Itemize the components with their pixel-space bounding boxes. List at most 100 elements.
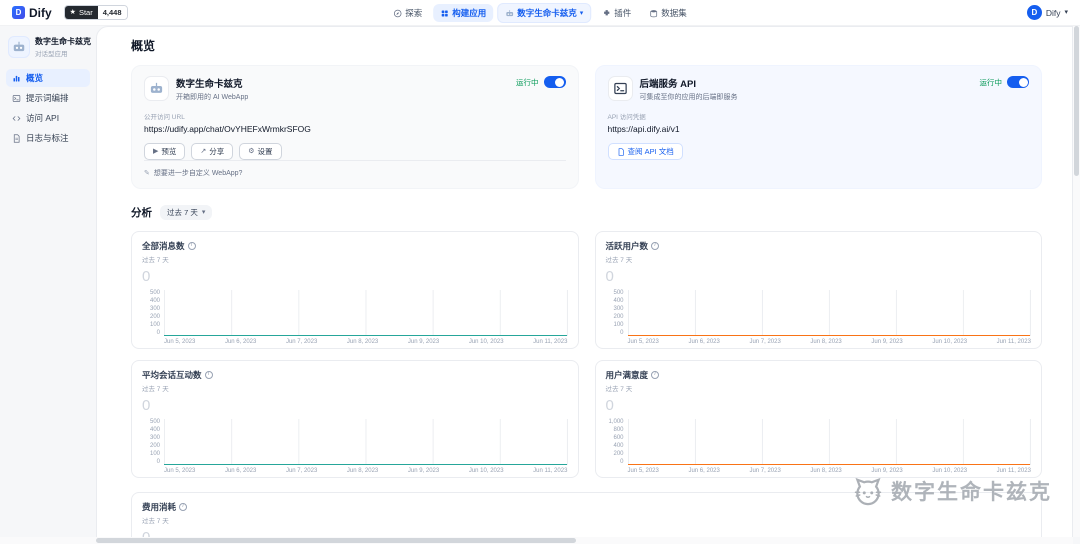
sidebar-nav: 概览 提示词编排 访问 API 日志与标注 xyxy=(6,69,90,147)
y-tick: 0 xyxy=(620,330,624,336)
nav-datasets[interactable]: 数据集 xyxy=(642,4,694,22)
x-tick: Jun 6, 2023 xyxy=(224,339,257,345)
chart-period: 过去 7 天 xyxy=(142,518,169,525)
y-tick: 0 xyxy=(156,459,160,465)
webapp-card-titles: 数字生命卡兹克 开箱即用的 AI WebApp xyxy=(176,76,516,102)
y-tick: 500 xyxy=(149,290,160,296)
chevron-down-icon: ▾ xyxy=(201,209,206,216)
api-card-titles: 后端服务 API 可集成至你的应用的后端即服务 xyxy=(640,76,980,102)
x-tick: Jun 9, 2023 xyxy=(407,468,440,474)
chart-plot: 1,000 800 600 400 200 0 xyxy=(606,419,1031,465)
x-tick: Jun 5, 2023 xyxy=(164,468,196,474)
chart-plot: 500 400 300 200 100 0 xyxy=(142,290,568,336)
nav-app-name: 数字生命卡兹克 xyxy=(517,8,577,18)
period-selector[interactable]: 过去 7 天 ▾ xyxy=(160,205,213,220)
plot-area xyxy=(627,290,1031,336)
share-button[interactable]: ↗ 分享 xyxy=(191,143,234,160)
github-star-button[interactable]: ★ Star xyxy=(64,6,98,19)
y-axis: 500 400 300 200 100 0 xyxy=(142,290,164,336)
chart-value: 0 xyxy=(605,268,614,285)
star-count: 4,448 xyxy=(97,6,127,19)
dify-logo-icon: D xyxy=(12,6,25,19)
y-tick: 200 xyxy=(613,314,624,320)
horizontal-scrollbar-thumb[interactable] xyxy=(96,538,576,543)
api-actions: 查阅 API 文档 xyxy=(607,143,1030,160)
x-tick: Jun 11, 2023 xyxy=(533,468,568,474)
sidebar-item-logs-annotations[interactable]: 日志与标注 xyxy=(6,129,90,147)
code-icon xyxy=(12,114,21,123)
x-tick: Jun 10, 2023 xyxy=(468,468,504,474)
sidebar-item-overview[interactable]: 概览 xyxy=(6,69,90,87)
account-menu[interactable]: D Dify ▾ xyxy=(1026,5,1068,20)
robot-icon xyxy=(505,9,514,18)
webapp-public-url: https://udify.app/chat/OvYHEFxWrmkrSFOG xyxy=(144,124,311,134)
chart-period: 过去 7 天 xyxy=(605,386,633,393)
nav-plugins[interactable]: 插件 xyxy=(595,4,638,22)
api-running-toggle[interactable] xyxy=(1007,76,1029,88)
x-tick: Jun 7, 2023 xyxy=(749,468,781,474)
webapp-running-toggle[interactable] xyxy=(543,76,566,88)
settings-button[interactable]: ⚙ 设置 xyxy=(239,143,282,160)
plot-area xyxy=(164,419,568,465)
x-tick: Jun 6, 2023 xyxy=(688,339,720,345)
webapp-customize-tip-label: 想要进一步自定义 WebApp? xyxy=(153,170,243,177)
x-tick: Jun 7, 2023 xyxy=(285,468,318,474)
play-icon: ▶ xyxy=(153,148,159,155)
nav-explore[interactable]: 探索 xyxy=(386,4,429,22)
y-tick: 500 xyxy=(149,419,160,425)
x-tick: Jun 5, 2023 xyxy=(164,339,196,345)
chart-baseline xyxy=(164,463,567,465)
x-tick: Jun 5, 2023 xyxy=(627,468,659,474)
info-icon[interactable]: i xyxy=(187,242,196,250)
info-icon[interactable]: i xyxy=(179,503,188,511)
chart-baseline xyxy=(627,463,1030,465)
github-star-widget[interactable]: ★ Star 4,448 xyxy=(63,5,128,20)
nav-build-apps[interactable]: 构建应用 xyxy=(433,4,494,22)
sidebar-app-type: 对话型应用 xyxy=(35,51,68,58)
plot-area xyxy=(627,419,1031,465)
star-label: Star xyxy=(78,8,93,17)
chart-title: 费用消耗 xyxy=(142,502,177,512)
y-tick: 200 xyxy=(149,314,160,320)
analysis-header: 分析 过去 7 天 ▾ xyxy=(131,205,1042,220)
webapp-card-header: 数字生命卡兹克 开箱即用的 AI WebApp 运行中 xyxy=(144,76,566,102)
webapp-actions: ▶ 预览 ↗ 分享 ⚙ 设置 xyxy=(144,143,566,160)
pencil-icon: ✎ xyxy=(144,170,150,177)
sidebar-item-prompt-orchestration[interactable]: 提示词编排 xyxy=(6,89,90,107)
star-icon: ★ xyxy=(69,9,76,16)
y-tick: 100 xyxy=(149,322,160,328)
y-tick: 300 xyxy=(613,306,624,312)
x-tick: Jun 11, 2023 xyxy=(996,339,1031,345)
chevron-down-icon: ▾ xyxy=(579,9,584,17)
terminal-icon xyxy=(12,94,21,103)
sidebar-item-api-access[interactable]: 访问 API xyxy=(6,109,90,127)
chart-title: 活跃用户数 xyxy=(605,241,649,251)
chart-title: 全部消息数 xyxy=(142,241,185,251)
bar-chart-icon xyxy=(12,74,21,83)
info-icon[interactable]: i xyxy=(204,371,213,379)
chart-period: 过去 7 天 xyxy=(142,257,169,264)
status-running-label: 运行中 xyxy=(979,77,1003,87)
api-cred-label: API 访问凭据 xyxy=(607,114,646,121)
main-panel: 概览 数字生命卡兹克 开箱即用的 AI WebApp 运行中 公开访问 URL … xyxy=(96,26,1073,544)
webapp-title: 数字生命卡兹克 xyxy=(176,79,243,90)
x-tick: Jun 11, 2023 xyxy=(533,339,568,345)
api-card-title: 后端服务 API xyxy=(639,79,696,90)
webapp-customize-tip[interactable]: ✎ 想要进一步自定义 WebApp? xyxy=(144,160,566,178)
y-tick: 200 xyxy=(613,451,624,457)
gear-icon: ⚙ xyxy=(248,148,255,155)
dify-logo[interactable]: D Dify xyxy=(12,6,52,20)
nav-datasets-label: 数据集 xyxy=(661,8,687,18)
api-doc-button[interactable]: 查阅 API 文档 xyxy=(607,143,683,160)
vertical-scrollbar-track[interactable] xyxy=(1073,26,1080,537)
chart-title: 平均会话互动数 xyxy=(142,370,202,380)
nav-current-app-selector[interactable]: 数字生命卡兹克 ▾ xyxy=(497,3,592,23)
x-tick: Jun 7, 2023 xyxy=(749,339,781,345)
info-icon[interactable]: i xyxy=(651,371,660,379)
info-icon[interactable]: i xyxy=(651,242,660,250)
x-tick: Jun 6, 2023 xyxy=(688,468,720,474)
plot-area xyxy=(164,290,568,336)
vertical-scrollbar-thumb[interactable] xyxy=(1074,26,1079,176)
preview-button[interactable]: ▶ 预览 xyxy=(144,143,186,160)
horizontal-scrollbar-track[interactable] xyxy=(0,537,1073,544)
